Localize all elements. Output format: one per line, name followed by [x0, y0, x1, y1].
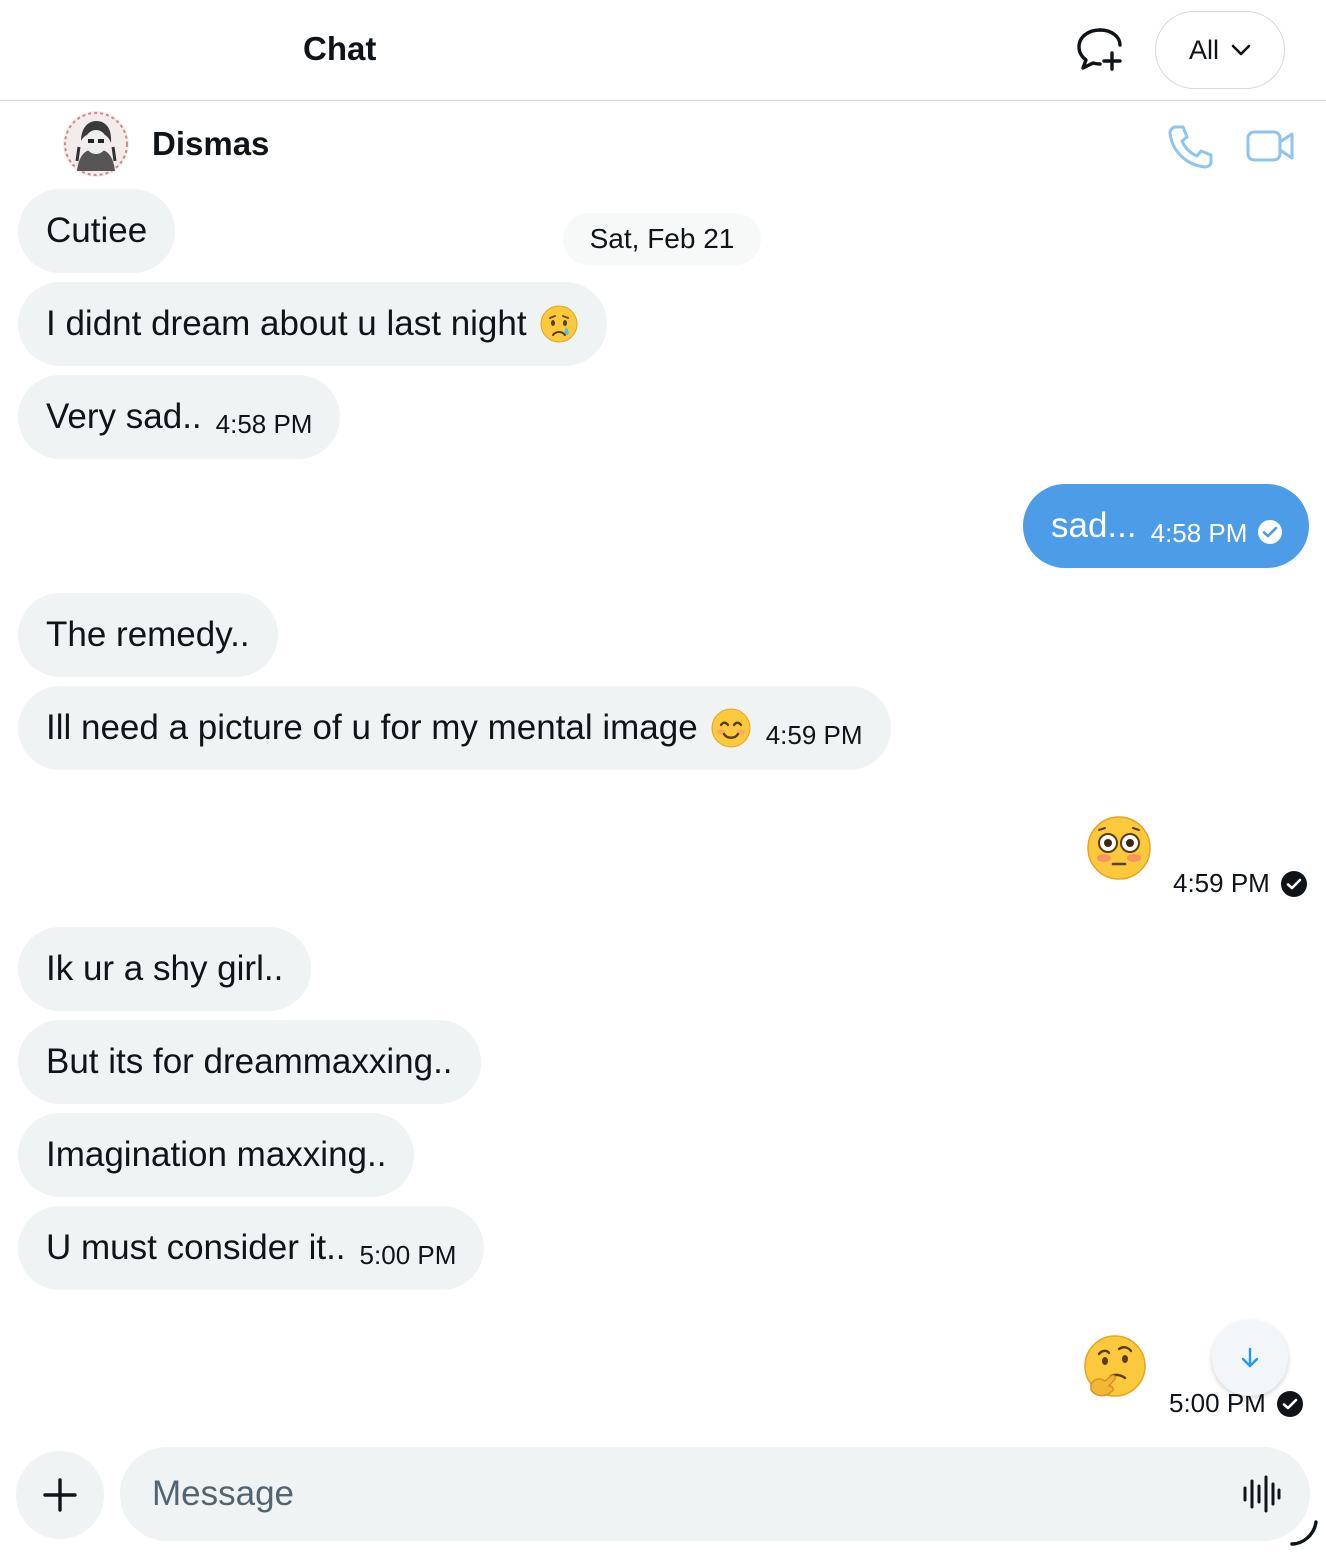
- top-header: Chat All: [0, 0, 1326, 101]
- check-circle-icon: [1276, 1390, 1303, 1417]
- avatar[interactable]: [63, 111, 129, 177]
- voice-wave-icon: [1243, 1475, 1281, 1513]
- message-text: sad...: [1051, 506, 1137, 545]
- new-chat-button[interactable]: [1072, 24, 1126, 74]
- contact-name[interactable]: Dismas: [152, 125, 269, 163]
- message-input[interactable]: [152, 1447, 1212, 1541]
- message-timestamp: 4:59 PM: [765, 719, 863, 750]
- message-text: Ill need a picture of u for my mental im…: [46, 708, 698, 747]
- crying-face-emoji-icon: [539, 304, 579, 344]
- message-bubble-incoming[interactable]: But its for dreammaxxing..: [18, 1020, 481, 1104]
- message-bubble-incoming[interactable]: Ik ur a shy girl..: [18, 927, 312, 1011]
- voice-message-button[interactable]: [1240, 1473, 1282, 1515]
- message-bubble-incoming[interactable]: U must consider it.. 5:00 PM: [18, 1206, 485, 1290]
- page-title: Chat: [303, 30, 377, 67]
- message-timestamp: 4:58 PM: [1150, 517, 1248, 548]
- plus-icon: [43, 1478, 77, 1512]
- video-camera-icon: [1246, 130, 1294, 162]
- message-bubble-incoming[interactable]: I didnt dream about u last night: [18, 282, 607, 366]
- message-text: But its for dreammaxxing..: [46, 1042, 453, 1081]
- filter-label: All: [1188, 34, 1219, 65]
- message-composer: [120, 1447, 1310, 1541]
- phone-icon: [1168, 125, 1213, 169]
- outgoing-message-meta: 4:59 PM: [1173, 868, 1308, 899]
- message-timestamp: 4:58 PM: [215, 408, 313, 439]
- message-text: I didnt dream about u last night: [46, 304, 527, 343]
- check-circle-icon: [1257, 519, 1283, 545]
- message-timestamp: 4:59 PM: [1173, 868, 1270, 898]
- thinking-face-emoji-icon: [1084, 1335, 1146, 1397]
- message-timestamp: 5:00 PM: [359, 1239, 457, 1270]
- conversation-header: Dismas: [0, 101, 1326, 187]
- outgoing-emoji-message[interactable]: [1085, 814, 1153, 887]
- chat-app: Chat All Dismas Sat, Feb 21 Cutiee I did…: [0, 0, 1326, 1556]
- message-bubble-incoming[interactable]: Imagination maxxing..: [18, 1113, 415, 1197]
- message-text: Imagination maxxing..: [46, 1135, 387, 1174]
- arrow-down-icon: [1241, 1347, 1259, 1368]
- message-text: Very sad..: [46, 397, 202, 436]
- message-bubble-outgoing[interactable]: sad... 4:58 PM: [1023, 484, 1310, 568]
- add-attachment-button[interactable]: [16, 1451, 104, 1539]
- date-divider: Sat, Feb 21: [563, 213, 761, 265]
- filter-dropdown[interactable]: All: [1155, 11, 1285, 89]
- smiling-face-emoji-icon: [710, 707, 752, 749]
- new-chat-icon: [1077, 28, 1122, 71]
- message-text: The remedy..: [46, 615, 250, 654]
- message-bubble-incoming[interactable]: Very sad.. 4:58 PM: [18, 375, 341, 459]
- message-text: Cutiee: [46, 211, 148, 250]
- outgoing-emoji-message[interactable]: [1081, 1334, 1149, 1407]
- check-circle-icon: [1280, 870, 1307, 897]
- message-bubble-incoming[interactable]: Ill need a picture of u for my mental im…: [18, 686, 891, 770]
- chevron-down-icon: [1231, 44, 1251, 56]
- message-bubble-incoming[interactable]: The remedy..: [18, 593, 278, 677]
- scroll-to-bottom-button[interactable]: [1212, 1320, 1288, 1396]
- message-bubble-incoming[interactable]: Cutiee: [18, 189, 176, 273]
- message-text: U must consider it..: [46, 1228, 346, 1267]
- resize-handle-icon[interactable]: [1288, 1516, 1320, 1548]
- message-text: Ik ur a shy girl..: [46, 949, 284, 988]
- voice-call-button[interactable]: [1166, 123, 1214, 169]
- flushed-face-emoji-icon: [1087, 816, 1151, 880]
- video-call-button[interactable]: [1244, 123, 1296, 169]
